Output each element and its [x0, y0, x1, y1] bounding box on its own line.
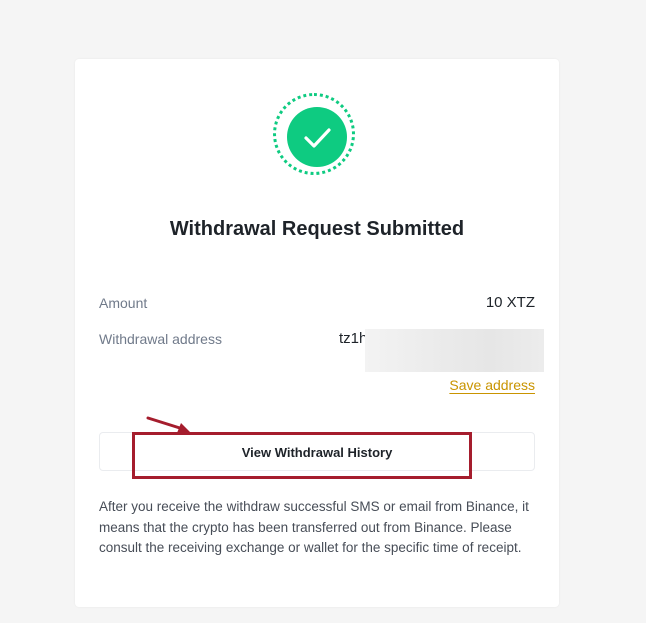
- withdrawal-address-value: tz1h: [339, 330, 368, 347]
- amount-label: Amount: [99, 295, 148, 311]
- withdrawal-success-card: Withdrawal Request Submitted Amount 10 X…: [75, 59, 559, 607]
- view-withdrawal-history-button[interactable]: View Withdrawal History: [99, 432, 535, 471]
- address-redaction-blur: [365, 329, 544, 372]
- withdrawal-address-label: Withdrawal address: [99, 331, 222, 347]
- dialog-title: Withdrawal Request Submitted: [169, 218, 465, 240]
- check-circle-icon: [287, 107, 347, 167]
- withdrawal-info-note: After you receive the withdraw successfu…: [99, 499, 529, 555]
- history-button-label: View Withdrawal History: [241, 445, 393, 460]
- amount-value: 10 XTZ: [485, 294, 535, 311]
- save-address-link[interactable]: Save address: [449, 377, 535, 393]
- check-icon: [304, 128, 331, 148]
